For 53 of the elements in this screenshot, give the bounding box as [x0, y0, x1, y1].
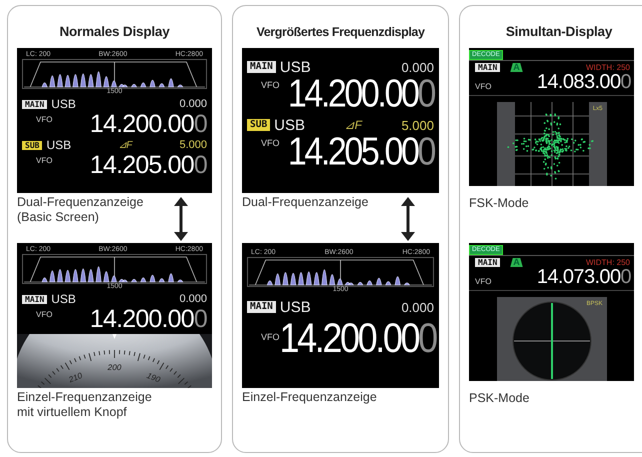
- mode-label: USB: [51, 292, 76, 306]
- offset-value: 5.000: [401, 118, 434, 132]
- vfo-tag: MAIN: [22, 100, 48, 108]
- antenna-indicator: A: [510, 63, 523, 72]
- mode-label: USB: [46, 138, 72, 152]
- delta-label: ⊿F: [118, 139, 132, 151]
- offset-value: 5.000: [179, 139, 207, 151]
- vfo-tag: MAIN: [475, 63, 500, 72]
- filter-width: WIDTH: 250: [586, 258, 630, 267]
- filter-width: WIDTH: 250: [586, 63, 630, 72]
- frequency-readout: 14.200.000: [288, 73, 434, 115]
- vfo-label: VFO: [260, 332, 280, 342]
- screen-caption: Einzel-Frequenzanzeige: [242, 390, 378, 405]
- offset-value: 0.000: [179, 98, 208, 110]
- vfo-tag: MAIN: [475, 258, 500, 267]
- vfo-label: VFO: [474, 82, 492, 91]
- vfo-label: VFO: [35, 156, 52, 165]
- vfo-tag: MAIN: [247, 301, 276, 313]
- vfo-label: VFO: [260, 80, 280, 90]
- mode-label: USB: [51, 97, 76, 111]
- vfo-tag: SUB: [247, 119, 270, 131]
- frequency-readout: 14.083.000: [536, 72, 631, 93]
- delta-label: ⊿F: [344, 118, 362, 132]
- screen-caption: PSK-Mode: [469, 391, 530, 406]
- vfo-tag: SUB: [22, 140, 42, 150]
- vfo-label: VFO: [35, 310, 52, 319]
- offset-value: 0.000: [401, 300, 434, 314]
- screen-caption: Einzel-Frequenzanzeige mit virtuellem Knopf: [17, 390, 153, 420]
- offset-value: 0.000: [179, 293, 208, 305]
- panel-title: Simultan-Display: [504, 23, 614, 41]
- panel-title: Vergrößertes Frequenzdisplay: [255, 24, 426, 41]
- frequency-readout: 14.073.000: [536, 267, 631, 288]
- vfo-label: VFO: [35, 115, 52, 124]
- screen-caption: Dual-Frequenzanzeige (Basic Screen): [17, 195, 144, 225]
- vfo-tag: MAIN: [247, 61, 276, 73]
- screen-caption: FSK-Mode: [469, 196, 530, 211]
- frequency-readout: 14.200.000: [280, 312, 436, 363]
- panel-title: Normales Display: [58, 23, 171, 41]
- vfo-label: VFO: [474, 277, 492, 286]
- frequency-readout: 14.200.000: [90, 111, 207, 137]
- frequency-readout: 14.200.000: [90, 306, 207, 332]
- frequency-readout: 14.205.000: [288, 131, 434, 173]
- screen-caption: Dual-Frequenzanzeige: [242, 195, 368, 210]
- antenna-indicator: A: [510, 258, 523, 267]
- frequency-readout: 14.205.000: [90, 152, 207, 178]
- vfo-tag: MAIN: [22, 294, 48, 304]
- vfo-label: VFO: [260, 138, 280, 148]
- mode-label: USB: [274, 116, 306, 134]
- mode-label: USB: [280, 298, 311, 316]
- dial-number: 190: [145, 371, 162, 384]
- mode-label: USB: [280, 58, 311, 76]
- dial-number: 210: [68, 371, 84, 384]
- offset-value: 0.000: [401, 60, 434, 74]
